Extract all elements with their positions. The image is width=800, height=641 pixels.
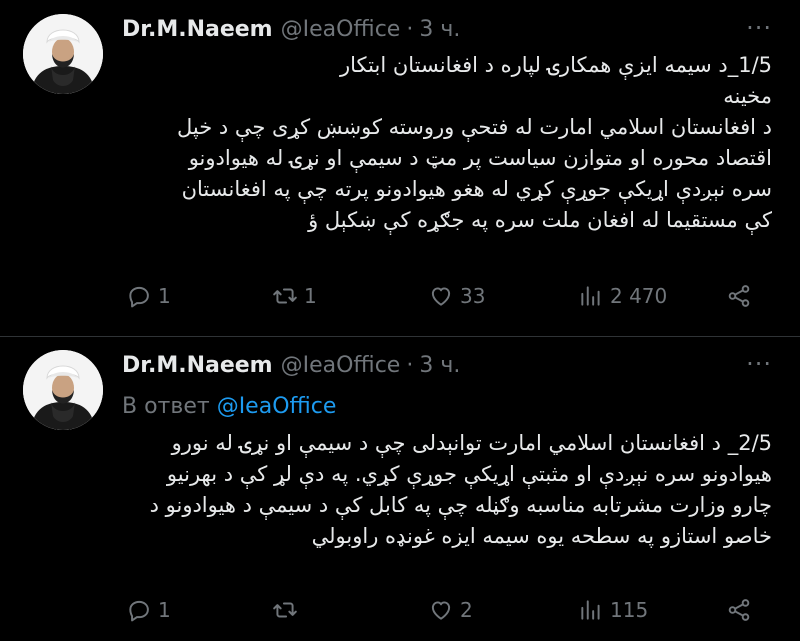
reply-to-label: В ответ bbox=[122, 394, 210, 419]
share-button[interactable] bbox=[726, 592, 752, 628]
views-button[interactable]: 115 bbox=[578, 592, 648, 628]
reply-context: В ответ @IeaOffice bbox=[122, 394, 336, 419]
tweet-header: Dr.M.Naeem @IeaOffice · 3 ч. bbox=[122, 14, 460, 44]
tweet[interactable]: Dr.M.Naeem @IeaOffice · 3 ч. ··· 1/5_د س… bbox=[0, 0, 800, 336]
author-name[interactable]: Dr.M.Naeem bbox=[122, 17, 273, 42]
tweet-text-line: سره نېږدې اړیکې جوړې کړي له هغو هیوادونو… bbox=[181, 177, 772, 201]
author-handle[interactable]: @IeaOffice bbox=[281, 353, 401, 378]
tweet-text-line: کې مستقیما له افغان ملت سره په جګړه کې ښ… bbox=[308, 208, 772, 232]
tweet-text: 1/5_د سیمه ایزې همکارۍ لپاره د افغانستان… bbox=[122, 50, 772, 236]
heart-icon bbox=[431, 287, 451, 306]
view-count: 2 470 bbox=[610, 284, 668, 308]
tweet-text: 2/5_ د افغانستان اسلامي امارت توانېدلی چ… bbox=[122, 428, 772, 552]
separator-dot: · bbox=[406, 16, 414, 42]
separator-dot: · bbox=[406, 352, 414, 378]
retweet-count: 1 bbox=[304, 284, 317, 308]
share-icon bbox=[728, 285, 750, 307]
avatar[interactable] bbox=[23, 350, 103, 430]
views-button[interactable]: 2 470 bbox=[578, 278, 667, 314]
retweet-icon bbox=[273, 288, 297, 304]
like-count: 2 bbox=[460, 598, 473, 622]
reply-button[interactable]: 1 bbox=[126, 592, 171, 628]
avatar[interactable] bbox=[23, 14, 103, 94]
views-icon bbox=[581, 286, 600, 306]
tweet-timestamp[interactable]: 3 ч. bbox=[419, 17, 460, 42]
tweet-text-line: هیوادونو سره نېږدې او مثبتې اړیکې جوړې ک… bbox=[166, 462, 772, 486]
reply-count: 1 bbox=[158, 598, 171, 622]
share-icon bbox=[728, 599, 750, 621]
heart-icon bbox=[431, 601, 451, 620]
tweet-text-line: 1/5_د سیمه ایزې همکارۍ لپاره د افغانستان… bbox=[340, 53, 772, 77]
tweet-actions: 1 1 33 2 470 bbox=[122, 278, 762, 314]
tweet-actions: 1 2 115 bbox=[122, 592, 762, 628]
like-button[interactable]: 33 bbox=[428, 278, 485, 314]
tweet-text-line: د افغانستان اسلامي امارت له فتحې وروسته … bbox=[176, 115, 772, 139]
avatar-image bbox=[23, 350, 103, 430]
tweet-text-line: چارو وزارت مشرتابه مناسبه وګڼله چې په کا… bbox=[149, 493, 772, 517]
share-button[interactable] bbox=[726, 278, 752, 314]
avatar-image bbox=[23, 14, 103, 94]
retweet-button[interactable] bbox=[272, 592, 304, 628]
tweet-text-line: اقتصاد محوره او متوازن سیاست پر مټ د سیم… bbox=[188, 146, 772, 170]
tweet-text-line: مخینه bbox=[723, 84, 772, 108]
tweet-header: Dr.M.Naeem @IeaOffice · 3 ч. bbox=[122, 350, 460, 380]
view-count: 115 bbox=[610, 598, 649, 622]
more-options-icon[interactable]: ··· bbox=[746, 14, 772, 42]
tweet[interactable]: Dr.M.Naeem @IeaOffice · 3 ч. ··· В ответ… bbox=[0, 336, 800, 641]
retweet-icon bbox=[273, 602, 297, 618]
reply-button[interactable]: 1 bbox=[126, 278, 171, 314]
retweet-button[interactable]: 1 bbox=[272, 278, 317, 314]
reply-count: 1 bbox=[158, 284, 171, 308]
views-icon bbox=[581, 600, 600, 620]
reply-icon bbox=[129, 286, 149, 308]
tweet-timestamp[interactable]: 3 ч. bbox=[419, 353, 460, 378]
author-handle[interactable]: @IeaOffice bbox=[281, 17, 401, 42]
reply-icon bbox=[129, 600, 149, 622]
author-name[interactable]: Dr.M.Naeem bbox=[122, 353, 273, 378]
like-button[interactable]: 2 bbox=[428, 592, 473, 628]
tweet-text-line: 2/5_ د افغانستان اسلامي امارت توانېدلی چ… bbox=[171, 431, 772, 455]
like-count: 33 bbox=[460, 284, 486, 308]
tweet-text-line: خاصو استازو په سطحه یوه سیمه ایزه غونډه … bbox=[311, 524, 772, 548]
more-options-icon[interactable]: ··· bbox=[746, 350, 772, 378]
reply-to-mention[interactable]: @IeaOffice bbox=[217, 394, 337, 419]
